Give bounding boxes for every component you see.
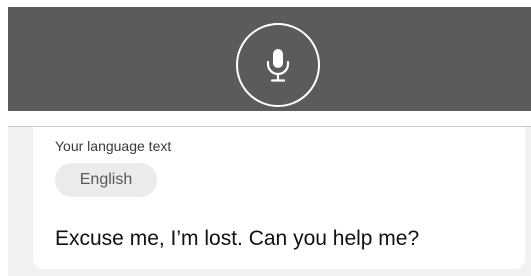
microphone-button[interactable] <box>236 23 320 107</box>
source-text-card: Your language text English Excuse me, I’… <box>33 127 525 269</box>
microphone-icon <box>266 49 290 82</box>
section-label: Your language text <box>55 138 172 154</box>
source-phrase: Excuse me, I’m lost. Can you help me? <box>55 227 420 250</box>
language-chip[interactable]: English <box>55 163 157 197</box>
translation-panel: Your language text English Excuse me, I’… <box>8 126 531 276</box>
voice-input-bar <box>8 7 531 111</box>
